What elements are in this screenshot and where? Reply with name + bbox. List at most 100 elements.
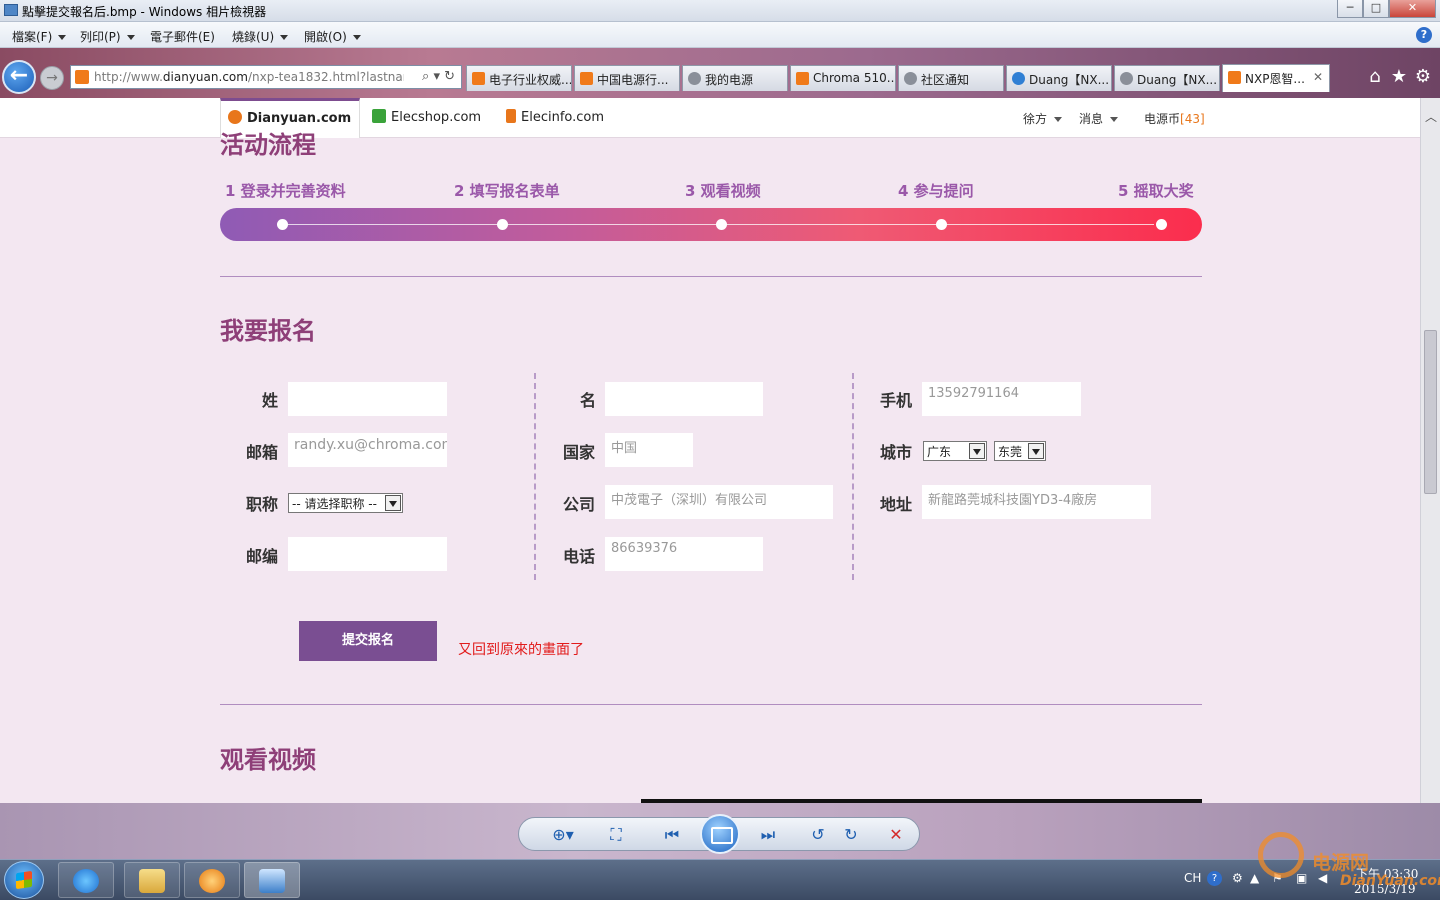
step-dot [716, 219, 727, 230]
taskbar-ie[interactable] [58, 862, 114, 898]
zoom-icon[interactable]: ⊕▾ [546, 825, 580, 845]
tab-favicon-icon [472, 72, 485, 85]
address-value: 新龍路莞城科技園YD3-4廠房 [928, 493, 1098, 508]
taskbar-photo-viewer[interactable] [244, 862, 300, 898]
chevron-down-icon [352, 35, 361, 40]
city-label: 城市 [879, 443, 912, 462]
browser-tab-active[interactable]: NXP恩智... ✕ [1222, 64, 1330, 92]
browser-tab[interactable]: 社区通知 [898, 65, 1004, 91]
scroll-up-icon[interactable]: ︿ [1425, 108, 1437, 125]
menu-file-label: 檔案(F) [12, 30, 53, 44]
city-select[interactable]: 东莞 [994, 441, 1046, 461]
surname-input[interactable] [288, 382, 447, 416]
jobtitle-select[interactable]: -- 请选择职称 -- [288, 493, 403, 513]
messages-label: 消息 [1079, 112, 1104, 126]
browser-tab[interactable]: Chroma 510... [790, 65, 896, 91]
browser-tab-label: 社区通知 [921, 73, 970, 87]
address-controls[interactable]: ⌕ ▾ ↻ [422, 69, 455, 84]
viewer-menu-bar: 檔案(F) 列印(P) 電子郵件(E) 燒錄(U) 開啟(O) [0, 22, 1440, 48]
menu-burn[interactable]: 燒錄(U) [232, 28, 289, 45]
media-player-icon [199, 869, 225, 893]
taskbar-media-player[interactable] [184, 862, 240, 898]
step-label: 2 填写报名表单 [454, 182, 560, 200]
coins-link[interactable]: 电源币[43] [1144, 110, 1205, 127]
tray-settings-icon[interactable]: ⚙ [1232, 871, 1243, 885]
menu-file[interactable]: 檔案(F) [12, 28, 67, 45]
rotate-right-icon[interactable]: ↻ [839, 825, 863, 845]
site-tab-label: Dianyuan.com [247, 111, 352, 126]
home-icon[interactable]: ⌂ [1364, 66, 1386, 88]
company-input[interactable]: 中茂電子（深圳）有限公司 [605, 485, 833, 519]
minimize-button[interactable]: ─ [1337, 0, 1363, 18]
tab-favicon-icon [1120, 72, 1133, 85]
province-value: 广东 [927, 445, 952, 459]
chevron-down-icon [1054, 117, 1063, 122]
menu-print[interactable]: 列印(P) [80, 28, 135, 45]
slideshow-button[interactable] [700, 814, 740, 854]
folder-icon [139, 869, 165, 893]
jobtitle-value: -- 请选择职称 -- [292, 497, 377, 511]
gear-icon[interactable]: ⚙ [1412, 66, 1434, 88]
ie-icon [73, 869, 99, 893]
tab-favicon-icon [580, 72, 593, 85]
back-button[interactable]: ← [2, 60, 36, 94]
country-input[interactable]: 中国 [605, 433, 693, 467]
email-input[interactable]: randy.xu@chroma.com [288, 433, 447, 467]
browser-tab[interactable]: 我的电源 [682, 65, 788, 91]
mobile-input[interactable]: 13592791164 [922, 382, 1081, 416]
menu-open[interactable]: 開啟(O) [304, 28, 361, 45]
tab-favicon-icon [688, 72, 701, 85]
network-icon[interactable]: ▣ [1296, 871, 1307, 885]
address-bar[interactable]: http://www.dianyuan.com/nxp-tea1832.html… [70, 65, 462, 89]
help-tray-icon[interactable]: ? [1207, 871, 1222, 886]
process-section-title: 活动流程 [220, 131, 316, 159]
site-tab-label: Elecshop.com [391, 110, 482, 125]
tab-close-icon[interactable]: ✕ [1313, 70, 1323, 84]
actual-size-icon[interactable]: ⛶ [604, 825, 628, 845]
forward-button[interactable]: → [40, 66, 64, 90]
star-icon[interactable]: ★ [1388, 66, 1410, 88]
messages-menu[interactable]: 消息 [1079, 110, 1119, 127]
country-value: 中国 [611, 441, 638, 456]
phone-input[interactable]: 86639376 [605, 537, 763, 571]
start-button[interactable] [4, 861, 44, 899]
dianyuan-logo-icon [228, 110, 242, 124]
menu-email-label: 電子郵件(E) [150, 30, 215, 44]
chevron-down-icon [58, 35, 67, 40]
scrollbar-thumb[interactable] [1424, 330, 1437, 494]
step-label: 5 摇取大奖 [1118, 182, 1194, 200]
browser-tab-label: 电子行业权威... [489, 73, 572, 87]
address-input[interactable]: 新龍路莞城科技園YD3-4廠房 [922, 485, 1151, 519]
browser-tab[interactable]: 中国电源行... [574, 65, 680, 91]
site-tab-elecshop[interactable]: Elecshop.com [372, 98, 481, 138]
show-hidden-icons-icon[interactable]: ▲ [1250, 871, 1259, 885]
delete-icon[interactable]: ✕ [884, 825, 908, 845]
taskbar-explorer[interactable] [124, 862, 180, 898]
coins-value: [43] [1180, 112, 1205, 126]
browser-tab[interactable]: Duang【NX... [1006, 65, 1112, 91]
zip-input[interactable] [288, 537, 447, 571]
previous-icon[interactable]: ⏮ [660, 825, 684, 845]
rotate-left-icon[interactable]: ↺ [806, 825, 830, 845]
province-select[interactable]: 广东 [923, 441, 987, 461]
page-scrollbar[interactable]: ︿ [1420, 98, 1440, 803]
site-tab-elecinfo[interactable]: Elecinfo.com [506, 98, 604, 138]
menu-email[interactable]: 電子郵件(E) [150, 28, 215, 45]
close-window-button[interactable]: ✕ [1389, 0, 1436, 18]
browser-tab[interactable]: 电子行业权威... [466, 65, 572, 91]
language-indicator[interactable]: CH [1184, 871, 1201, 885]
name-label: 名 [579, 391, 596, 410]
name-input[interactable] [605, 382, 763, 416]
user-menu[interactable]: 徐方 [1023, 110, 1063, 127]
email-value: randy.xu@chroma.com [294, 437, 447, 453]
help-icon[interactable]: ? [1416, 27, 1432, 43]
browser-tab[interactable]: Duang【NX... [1114, 65, 1220, 91]
submit-registration-button[interactable]: 提交报名 [299, 621, 437, 661]
browser-tab-label: Chroma 510... [813, 71, 896, 85]
maximize-button[interactable]: □ [1363, 0, 1389, 18]
next-icon[interactable]: ⏭ [756, 825, 780, 845]
jobtitle-label: 职称 [245, 495, 278, 514]
video-section-title: 观看视频 [220, 746, 316, 774]
site-tab-label: Elecinfo.com [521, 110, 605, 125]
chevron-down-icon [385, 495, 401, 511]
